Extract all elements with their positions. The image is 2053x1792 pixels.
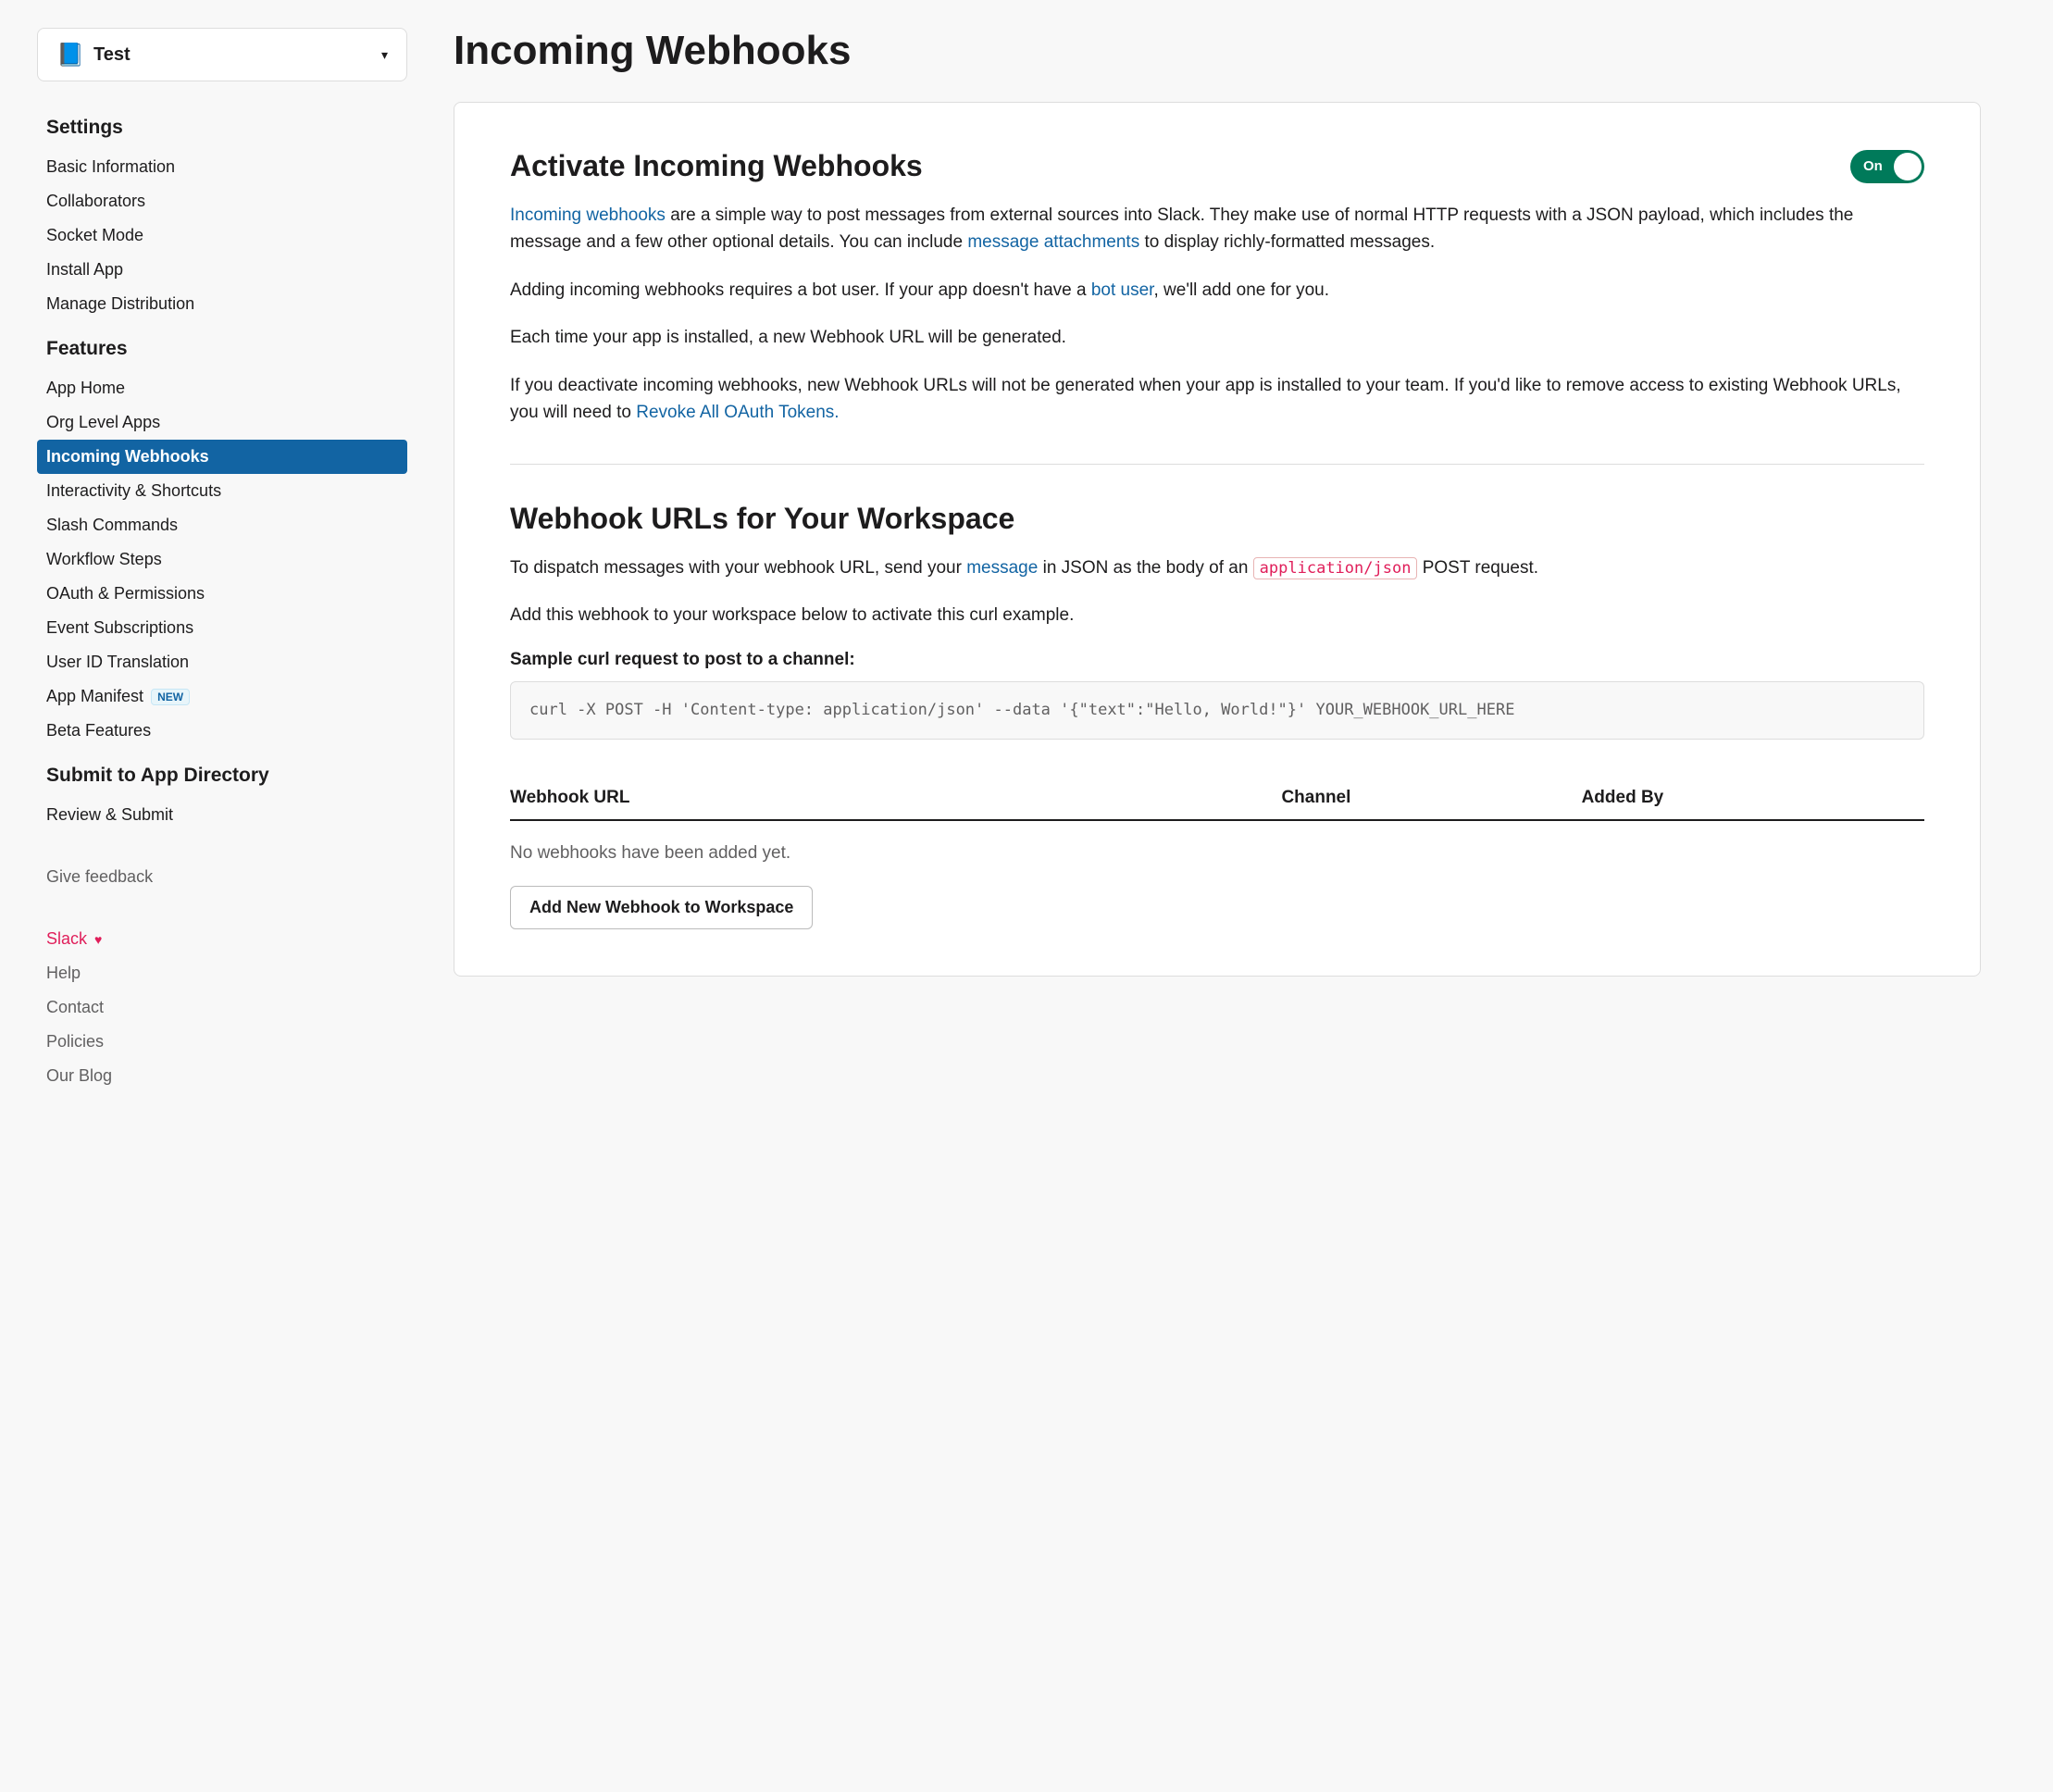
activate-paragraph-1: Incoming webhooks are a simple way to po… [510, 202, 1924, 256]
footer-link-policies[interactable]: Policies [37, 1025, 407, 1059]
nav-item-socket-mode[interactable]: Socket Mode [37, 218, 407, 253]
nav-item-beta-features[interactable]: Beta Features [37, 714, 407, 748]
webhook-table-empty: No webhooks have been added yet. [510, 821, 1924, 886]
footer-link-give-feedback[interactable]: Give feedback [37, 860, 407, 894]
workspace-paragraph-2: Add this webhook to your workspace below… [510, 602, 1924, 628]
activate-paragraph-3: Each time your app is installed, a new W… [510, 324, 1924, 351]
nav-item-org-level-apps[interactable]: Org Level Apps [37, 405, 407, 440]
link-message-attachments[interactable]: message attachments [967, 232, 1139, 252]
nav-heading-features: Features [37, 330, 407, 367]
link-bot-user[interactable]: bot user [1091, 280, 1154, 300]
nav-item-user-id-translation[interactable]: User ID Translation [37, 645, 407, 679]
footer-link-contact[interactable]: Contact [37, 990, 407, 1025]
workspace-paragraph-1: To dispatch messages with your webhook U… [510, 554, 1924, 581]
nav-item-slash-commands[interactable]: Slash Commands [37, 508, 407, 542]
webhook-table-header: Webhook URL Channel Added By [510, 777, 1924, 821]
nav-item-oauth-permissions[interactable]: OAuth & Permissions [37, 577, 407, 611]
nav-item-incoming-webhooks[interactable]: Incoming Webhooks [37, 440, 407, 474]
nav-heading-settings: Settings [37, 109, 407, 146]
add-webhook-button[interactable]: Add New Webhook to Workspace [510, 886, 813, 929]
nav-item-interactivity-shortcuts[interactable]: Interactivity & Shortcuts [37, 474, 407, 508]
main-content: Incoming Webhooks Activate Incoming Webh… [454, 28, 1981, 1093]
activate-header: Activate Incoming Webhooks On [510, 149, 1924, 183]
app-selector[interactable]: 📘 Test ▾ [37, 28, 407, 81]
nav-item-basic-information[interactable]: Basic Information [37, 150, 407, 184]
footer-link-our-blog[interactable]: Our Blog [37, 1059, 407, 1093]
footer-link-help[interactable]: Help [37, 956, 407, 990]
link-incoming-webhooks[interactable]: Incoming webhooks [510, 205, 666, 225]
nav-item-app-home[interactable]: App Home [37, 371, 407, 405]
app-selector-label-group: 📘 Test [56, 42, 131, 68]
footer-link-slack[interactable]: Slack ♥ [37, 922, 407, 956]
col-header-added-by: Added By [1582, 788, 1924, 808]
app-name: Test [93, 44, 131, 66]
nav-heading-submit: Submit to App Directory [37, 757, 407, 794]
code-content-type: application/json [1253, 557, 1418, 579]
col-header-channel: Channel [1281, 788, 1581, 808]
toggle-state-label: On [1863, 158, 1883, 174]
content-card: Activate Incoming Webhooks On Incoming w… [454, 102, 1981, 977]
divider [510, 464, 1924, 465]
sample-curl-label: Sample curl request to post to a channel… [510, 650, 1924, 670]
curl-code-block: curl -X POST -H 'Content-type: applicati… [510, 681, 1924, 740]
nav-item-app-manifest[interactable]: App Manifest NEW [37, 679, 407, 714]
nav-item-workflow-steps[interactable]: Workflow Steps [37, 542, 407, 577]
nav-item-install-app[interactable]: Install App [37, 253, 407, 287]
link-message[interactable]: message [966, 558, 1038, 578]
nav-item-manage-distribution[interactable]: Manage Distribution [37, 287, 407, 321]
app-icon: 📘 [56, 42, 82, 68]
toggle-knob [1894, 153, 1922, 180]
page-title: Incoming Webhooks [454, 28, 1981, 74]
activate-paragraph-4: If you deactivate incoming webhooks, new… [510, 372, 1924, 427]
nav-item-event-subscriptions[interactable]: Event Subscriptions [37, 611, 407, 645]
nav-item-collaborators[interactable]: Collaborators [37, 184, 407, 218]
activate-title: Activate Incoming Webhooks [510, 149, 923, 183]
activate-toggle[interactable]: On [1850, 150, 1924, 183]
heart-icon: ♥ [94, 932, 102, 947]
activate-paragraph-2: Adding incoming webhooks requires a bot … [510, 277, 1924, 304]
link-revoke-tokens[interactable]: Revoke All OAuth Tokens. [636, 403, 839, 422]
sidebar: 📘 Test ▾ Settings Basic Information Coll… [37, 28, 407, 1093]
new-badge: NEW [151, 689, 190, 705]
col-header-url: Webhook URL [510, 788, 1281, 808]
nav-item-review-submit[interactable]: Review & Submit [37, 798, 407, 832]
chevron-down-icon: ▾ [381, 47, 388, 63]
workspace-title: Webhook URLs for Your Workspace [510, 502, 1924, 536]
